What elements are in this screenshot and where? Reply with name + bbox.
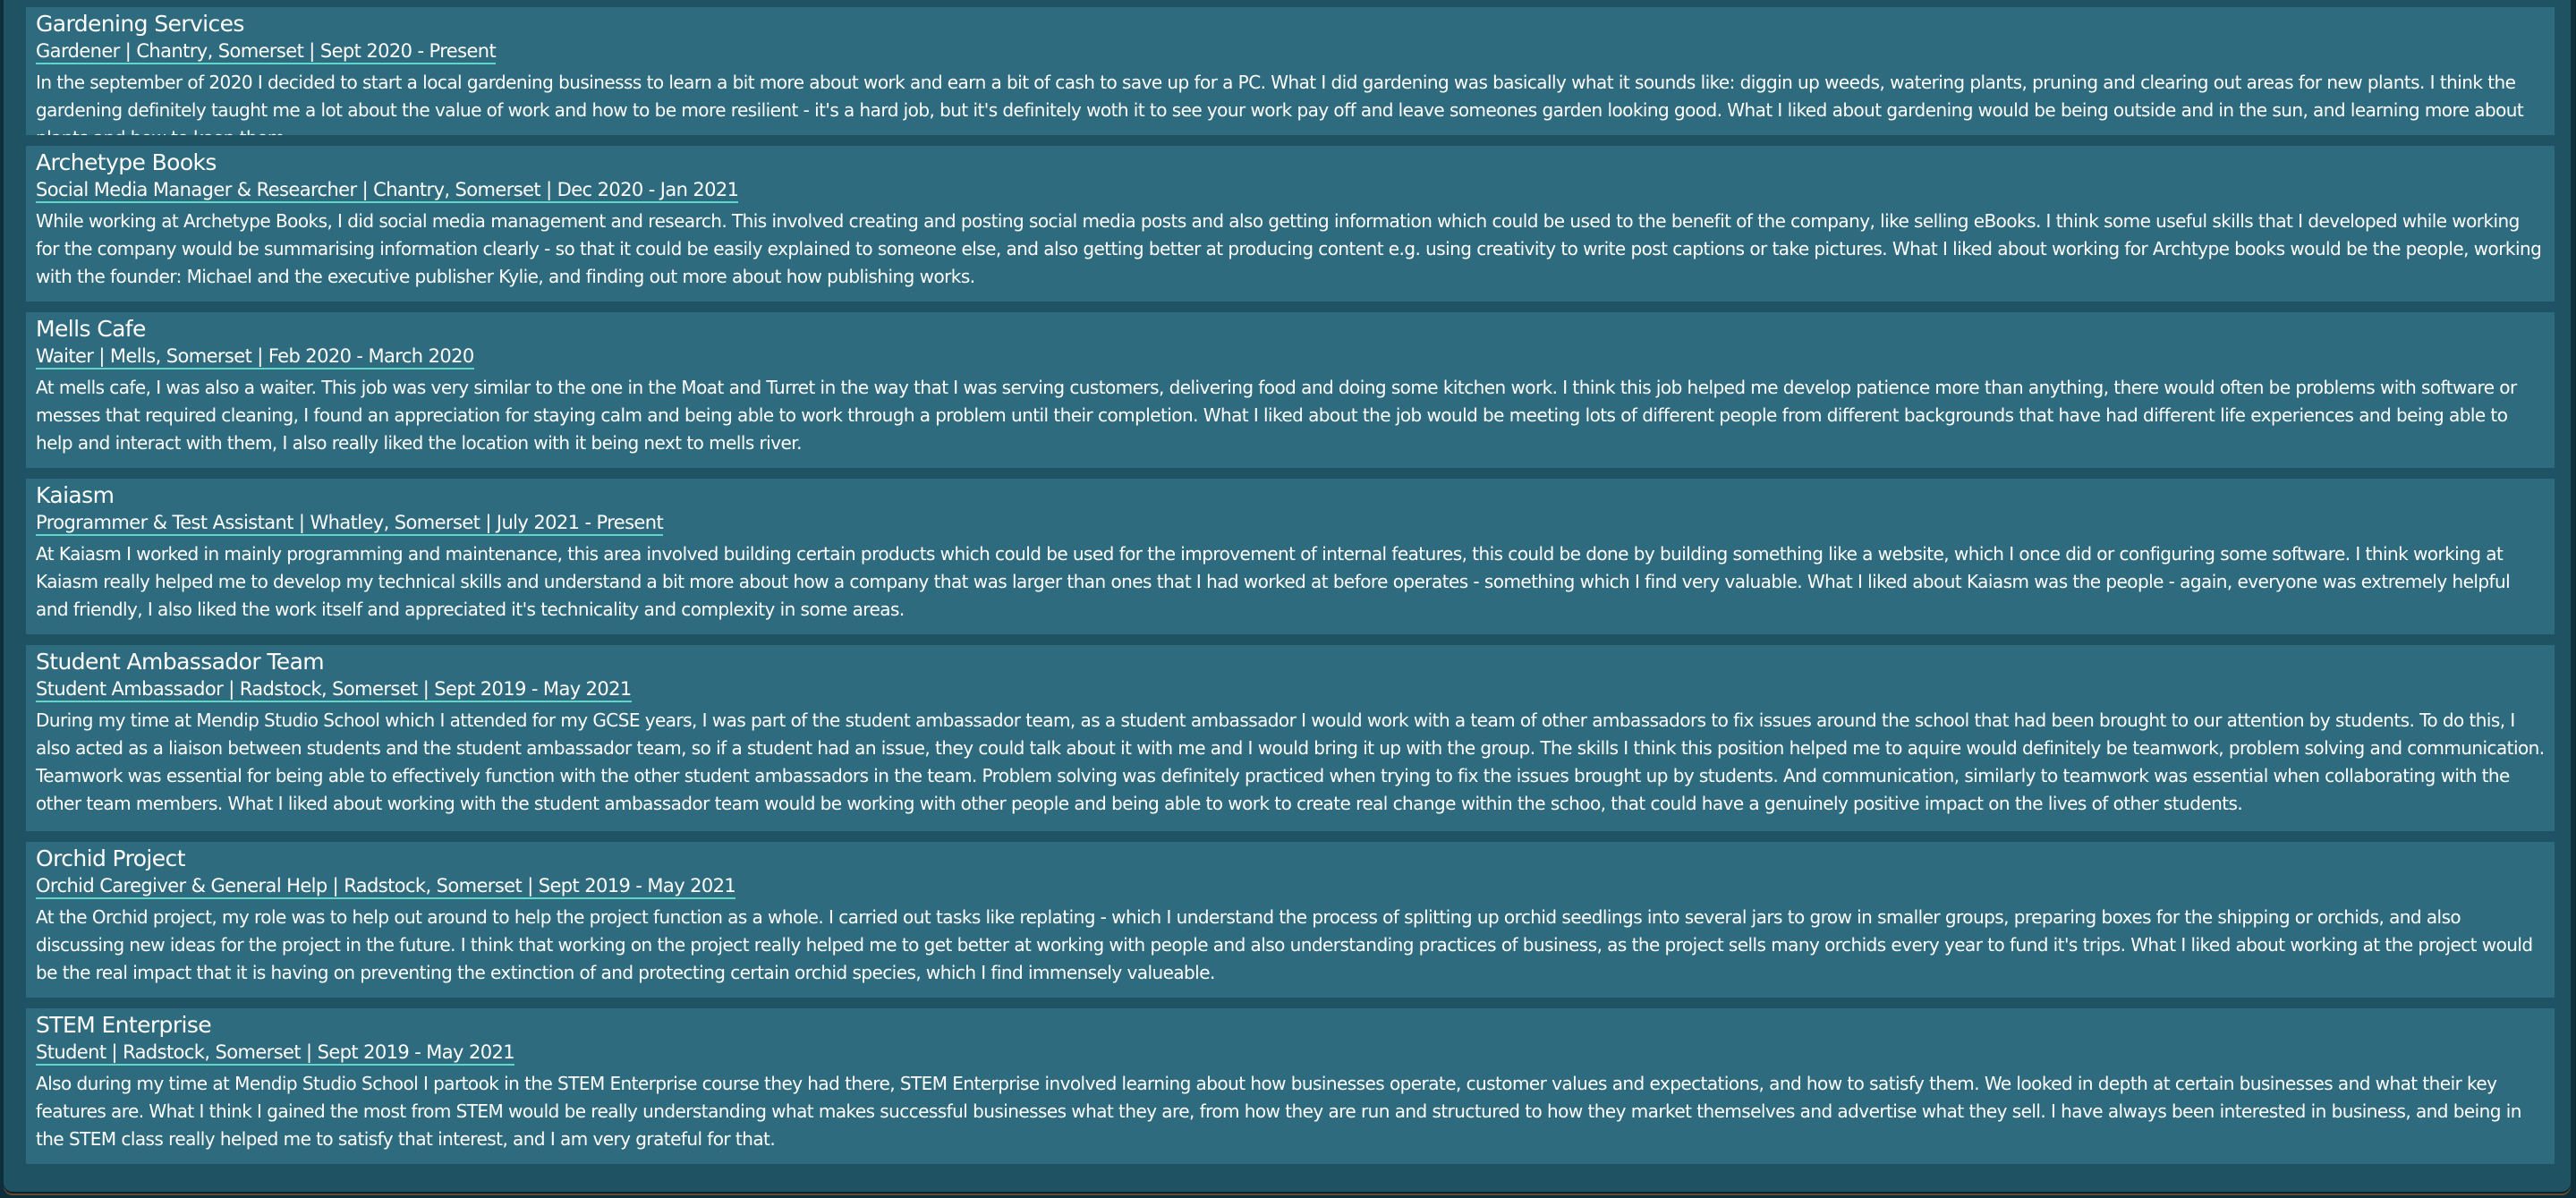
- experience-entry-stem-enterprise: STEM Enterprise Student | Radstock, Some…: [26, 1008, 2555, 1164]
- entry-title: Mells Cafe: [36, 316, 146, 342]
- entry-description: At Kaiasm I worked in mainly programming…: [36, 543, 2511, 620]
- entry-description: While working at Archetype Books, I did …: [36, 210, 2542, 287]
- experience-entry-orchid-project: Orchid Project Orchid Caregiver & Genera…: [26, 842, 2555, 998]
- entry-role-link[interactable]: Social Media Manager & Researcher | Chan…: [36, 179, 739, 203]
- entry-role-link[interactable]: Student | Radstock, Somerset | Sept 2019…: [36, 1041, 515, 1066]
- experience-list: Gardening Services Gardener | Chantry, S…: [26, 7, 2555, 1175]
- entry-title: Gardening Services: [36, 11, 244, 37]
- entry-title: STEM Enterprise: [36, 1012, 212, 1038]
- entry-description: During my time at Mendip Studio School w…: [36, 709, 2545, 814]
- entry-title: Archetype Books: [36, 149, 217, 175]
- entry-title: Student Ambassador Team: [36, 649, 325, 675]
- entry-description: Also during my time at Mendip Studio Sch…: [36, 1073, 2521, 1150]
- experience-entry-kaiasm: Kaiasm Programmer & Test Assistant | Wha…: [26, 479, 2555, 634]
- entry-role-link[interactable]: Waiter | Mells, Somerset | Feb 2020 - Ma…: [36, 345, 474, 370]
- entry-role-link[interactable]: Gardener | Chantry, Somerset | Sept 2020…: [36, 40, 497, 64]
- entry-description: In the september of 2020 I decided to st…: [36, 72, 2524, 135]
- experience-entry-mells-cafe: Mells Cafe Waiter | Mells, Somerset | Fe…: [26, 312, 2555, 468]
- entry-title: Orchid Project: [36, 845, 186, 871]
- experience-entry-gardening-services: Gardening Services Gardener | Chantry, S…: [26, 7, 2555, 135]
- experience-entry-archetype-books: Archetype Books Social Media Manager & R…: [26, 146, 2555, 302]
- entry-description: At the Orchid project, my role was to he…: [36, 906, 2533, 983]
- entry-title: Kaiasm: [36, 482, 115, 508]
- entry-role-link[interactable]: Programmer & Test Assistant | Whatley, S…: [36, 512, 664, 536]
- content-frame: Gardening Services Gardener | Chantry, S…: [4, 0, 2571, 1192]
- entry-role-link[interactable]: Orchid Caregiver & General Help | Radsto…: [36, 875, 736, 899]
- experience-entry-student-ambassador-team: Student Ambassador Team Student Ambassad…: [26, 645, 2555, 831]
- entry-description: At mells cafe, I was also a waiter. This…: [36, 377, 2517, 454]
- entry-role-link[interactable]: Student Ambassador | Radstock, Somerset …: [36, 678, 632, 702]
